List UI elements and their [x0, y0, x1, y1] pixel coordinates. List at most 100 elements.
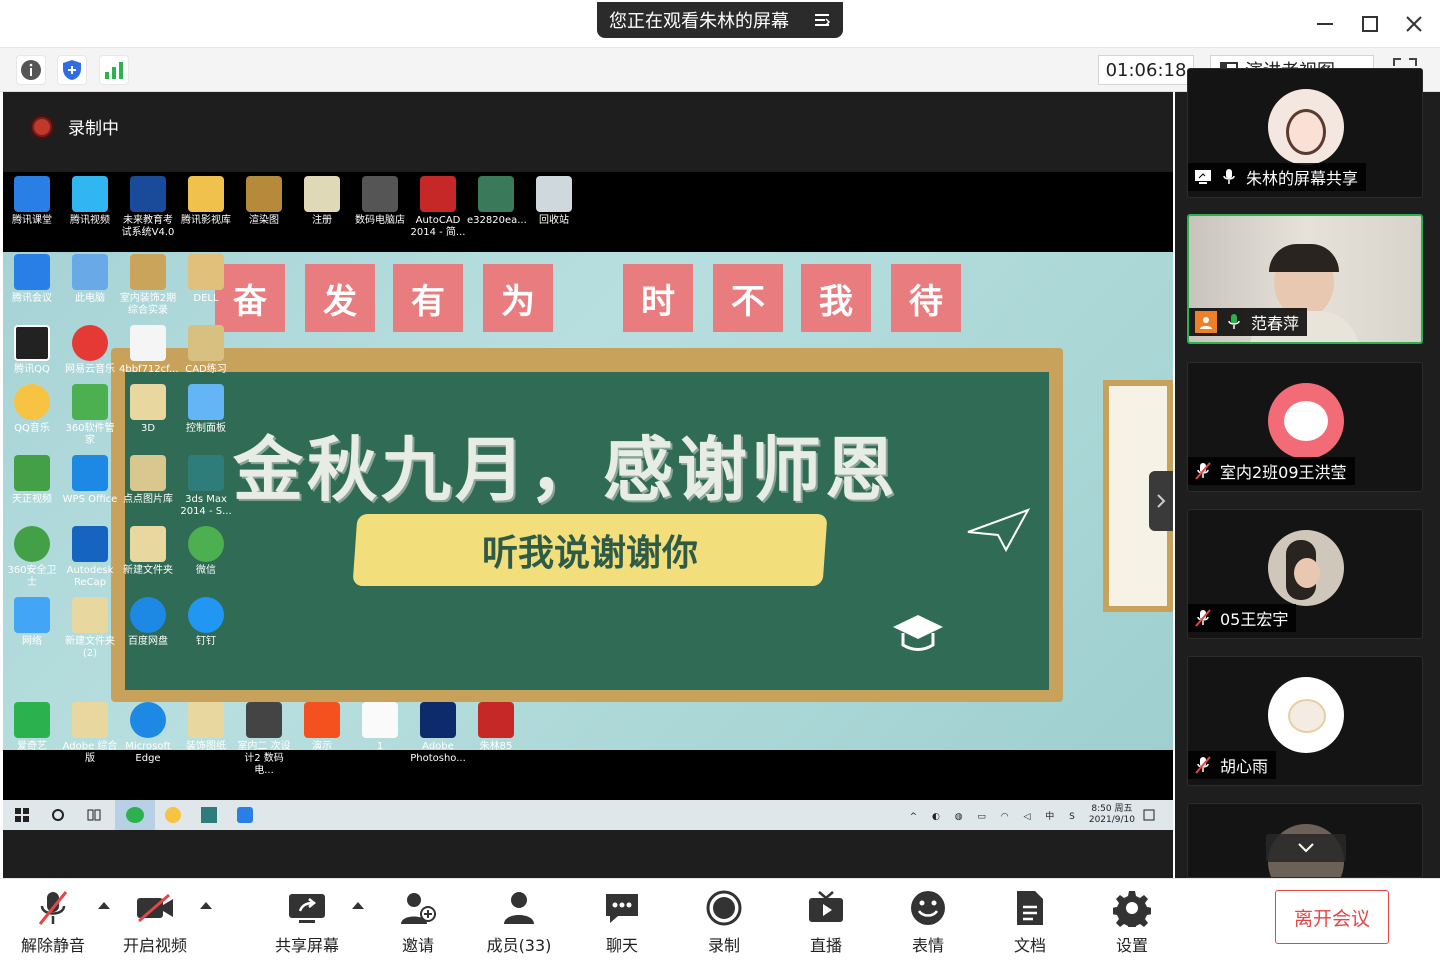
- desktop-icon[interactable]: 腾讯影视库: [177, 176, 235, 239]
- desktop-icon[interactable]: AutoCAD 2014 - 简...: [409, 176, 467, 239]
- close-button[interactable]: [1400, 10, 1428, 38]
- participant-tile[interactable]: [1187, 803, 1423, 878]
- desktop-icon[interactable]: Autodesk ReCap: [61, 526, 119, 589]
- desktop-icon[interactable]: 室内装饰2期综合实录: [119, 254, 177, 317]
- stage-bottom-area: [3, 830, 1173, 878]
- live-button[interactable]: 直播: [786, 888, 866, 956]
- tencent-meeting-taskbar-icon[interactable]: [227, 800, 263, 830]
- audio-options-caret-icon[interactable]: [97, 900, 111, 910]
- desktop-icon[interactable]: 演示: [293, 702, 351, 777]
- desktop-icon[interactable]: 百度网盘: [119, 597, 177, 660]
- desktop-icon[interactable]: QQ音乐: [3, 384, 61, 447]
- collapse-sidebar-button[interactable]: [1149, 471, 1173, 531]
- share-options-caret-icon[interactable]: [351, 900, 365, 910]
- participant-tile[interactable]: 胡心雨: [1187, 656, 1423, 786]
- desktop-icon[interactable]: Adobe Photosho...: [409, 702, 467, 777]
- desktop-icon[interactable]: 室内二 次设计2 数码电...: [235, 702, 293, 777]
- banner-char: 发: [305, 264, 375, 332]
- windows-start-icon[interactable]: [15, 808, 29, 822]
- paper-plane-icon: [967, 508, 1031, 552]
- minimize-button[interactable]: [1311, 10, 1339, 38]
- participant-name-label: 胡心雨: [1188, 751, 1277, 779]
- start-video-button[interactable]: 开启视频: [115, 888, 195, 956]
- desktop-icon[interactable]: 天正视频: [3, 455, 61, 518]
- desktop-icon[interactable]: 新建文件夹 (2): [61, 597, 119, 660]
- desktop-icon[interactable]: 微信: [177, 526, 235, 589]
- desktop-icon[interactable]: 爱奇艺: [3, 702, 61, 777]
- record-icon: [704, 888, 744, 928]
- members-button[interactable]: 成员(33): [479, 888, 559, 956]
- desktop-icon[interactable]: 网络: [3, 597, 61, 660]
- menu-icon[interactable]: [813, 11, 831, 29]
- share-notice-pill[interactable]: 您正在观看朱林的屏幕: [597, 2, 843, 38]
- maximize-button[interactable]: [1356, 10, 1384, 38]
- signal-icon[interactable]: [99, 55, 129, 85]
- avatar: [1268, 89, 1344, 165]
- desktop-icon[interactable]: 网易云音乐: [61, 325, 119, 376]
- security-shield-icon[interactable]: [57, 55, 87, 85]
- chat-button[interactable]: 聊天: [582, 888, 662, 956]
- desktop-icon[interactable]: 点点图片库: [119, 455, 177, 518]
- desktop-left-icons: 腾讯会议 此电脑 室内装饰2期综合实录 DELL 腾讯QQ 网易云音乐 4bbf…: [3, 254, 235, 660]
- desktop-icon[interactable]: Adobe 综合版: [61, 702, 119, 777]
- participant-name-label: 范春萍: [1189, 308, 1308, 336]
- participant-tile[interactable]: 05王宏宇: [1187, 509, 1423, 639]
- documents-button[interactable]: 文档: [990, 888, 1070, 956]
- desktop-icon[interactable]: 未来教育考试系统V4.0: [119, 176, 177, 239]
- desktop-icon[interactable]: 朱林85: [467, 702, 525, 777]
- participant-tile-active[interactable]: 范春萍: [1187, 214, 1423, 344]
- avatar: [1268, 383, 1344, 459]
- desktop-icon[interactable]: 控制面板: [177, 384, 235, 447]
- participant-tile[interactable]: 室内2班09王洪莹: [1187, 362, 1423, 492]
- unmute-button[interactable]: 解除静音: [13, 888, 93, 956]
- video-options-caret-icon[interactable]: [199, 900, 213, 910]
- participant-name-label: 朱林的屏幕共享: [1188, 163, 1367, 191]
- desktop-icon[interactable]: e32820ea...: [467, 176, 527, 239]
- desktop-icon[interactable]: DELL: [177, 254, 235, 317]
- reactions-button[interactable]: 表情: [888, 888, 968, 956]
- tray-clock[interactable]: 8:50 周五 2021/9/10: [1089, 804, 1135, 826]
- tray-icons[interactable]: ^ ◐ ◍ ▭ ◠ ◁ 中 S: [910, 809, 1081, 822]
- music-taskbar-icon[interactable]: [155, 800, 191, 830]
- desktop-icon[interactable]: 腾讯QQ: [3, 325, 61, 376]
- desktop-icon[interactable]: 4bbf712cf...: [119, 325, 179, 376]
- banner-char: 待: [891, 264, 961, 332]
- info-icon[interactable]: [16, 55, 46, 85]
- task-view-icon[interactable]: [87, 808, 101, 822]
- desktop-icon[interactable]: 钉钉: [177, 597, 235, 660]
- desktop-icon[interactable]: 3ds Max 2014 - S...: [177, 455, 235, 518]
- desktop-icon[interactable]: 新建文件夹: [119, 526, 177, 589]
- gear-icon: [1112, 888, 1152, 928]
- scroll-down-button[interactable]: [1266, 834, 1346, 862]
- desktop-icon[interactable]: 360软件管家: [61, 384, 119, 447]
- desktop-icon[interactable]: 360安全卫士: [3, 526, 61, 589]
- search-icon[interactable]: [51, 808, 65, 822]
- desktop-icon[interactable]: 腾讯会议: [3, 254, 61, 317]
- smiley-icon: [908, 888, 948, 928]
- app-taskbar-icon[interactable]: [191, 800, 227, 830]
- notification-icon[interactable]: [1143, 809, 1155, 821]
- desktop-icon[interactable]: 此电脑: [61, 254, 119, 317]
- wechat-taskbar-icon[interactable]: [115, 800, 155, 830]
- participant-tile[interactable]: 朱林的屏幕共享: [1187, 68, 1423, 198]
- share-screen-button[interactable]: 共享屏幕: [267, 888, 347, 956]
- desktop-icon[interactable]: 渲染图: [235, 176, 293, 239]
- leave-meeting-button[interactable]: 离开会议: [1275, 890, 1389, 944]
- banner-char: 为: [483, 264, 553, 332]
- desktop-icon[interactable]: CAD练习: [177, 325, 235, 376]
- desktop-icon[interactable]: 注册: [293, 176, 351, 239]
- desktop-icon[interactable]: 1: [351, 702, 409, 777]
- desktop-icon[interactable]: 腾讯视频: [61, 176, 119, 239]
- mic-muted-icon: [1194, 756, 1212, 774]
- settings-button[interactable]: 设置: [1092, 888, 1172, 956]
- desktop-icon[interactable]: 数码电脑店: [351, 176, 409, 239]
- desktop-icon[interactable]: Microsoft Edge: [119, 702, 177, 777]
- desktop-icon[interactable]: WPS Office: [61, 455, 119, 518]
- board-title: 金秋九月，感谢师恩: [233, 429, 899, 511]
- desktop-icon[interactable]: 装饰图纸: [177, 702, 235, 777]
- desktop-icon[interactable]: 腾讯课堂: [3, 176, 61, 239]
- record-button[interactable]: 录制: [684, 888, 764, 956]
- recycle-bin-icon[interactable]: 回收站: [525, 176, 583, 239]
- desktop-icon[interactable]: 3D: [119, 384, 177, 447]
- invite-button[interactable]: 邀请: [378, 888, 458, 956]
